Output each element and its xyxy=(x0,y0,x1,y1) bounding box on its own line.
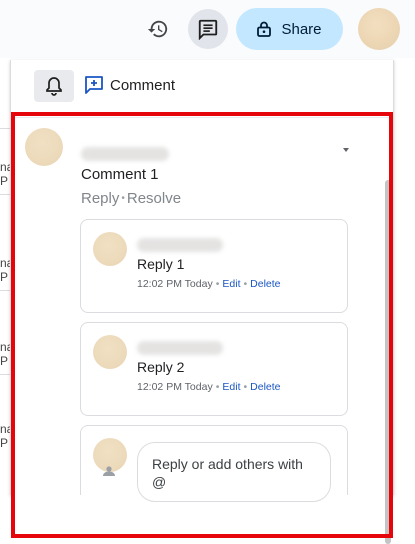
avatar xyxy=(93,232,127,266)
doc-text-fragment: P xyxy=(0,174,9,188)
open-comments-button[interactable] xyxy=(188,9,228,49)
reply-action[interactable]: Reply xyxy=(81,190,119,207)
separator-dot: • xyxy=(121,193,125,204)
reply-composer: Reply or add others with @ xyxy=(80,425,348,502)
reply-input[interactable]: Reply or add others with @ xyxy=(137,442,331,502)
separator-dot: • xyxy=(215,381,220,393)
author-name-redacted xyxy=(81,147,169,161)
doc-divider xyxy=(0,374,10,375)
bell-icon xyxy=(46,77,62,96)
doc-divider xyxy=(0,194,10,195)
separator-dot: • xyxy=(243,381,248,393)
reply-meta: 12:02 PM Today • Edit • Delete xyxy=(137,381,281,393)
lock-icon xyxy=(257,21,272,37)
comment-thread[interactable]: Comment 1 Reply • Resolve Reply 1 12:02 PM… xyxy=(13,117,391,544)
doc-divider xyxy=(0,290,10,291)
add-comment-button[interactable]: Comment xyxy=(84,75,175,95)
edit-link[interactable]: Edit xyxy=(222,381,240,393)
reply-text: Reply 1 xyxy=(137,256,185,272)
reply-card: Reply 2 12:02 PM Today • Edit • Delete xyxy=(80,322,348,416)
comments-icon xyxy=(198,19,218,40)
delete-link[interactable]: Delete xyxy=(250,381,280,393)
reply-meta: 12:02 PM Today • Edit • Delete xyxy=(137,278,281,290)
top-toolbar: Share xyxy=(0,0,415,58)
avatar xyxy=(93,335,127,369)
share-button[interactable]: Share xyxy=(236,8,343,50)
doc-text-fragment: P xyxy=(0,354,9,368)
notification-settings-button[interactable] xyxy=(34,70,74,102)
comments-panel: Comment Comment 1 Reply • Resolve Reply 1 … xyxy=(10,60,394,544)
author-name-redacted xyxy=(137,238,223,252)
avatar xyxy=(25,128,63,166)
add-comment-label: Comment xyxy=(110,76,176,94)
doc-text-fragment: P xyxy=(0,436,9,450)
doc-divider xyxy=(0,128,10,129)
edit-link[interactable]: Edit xyxy=(222,278,240,290)
reply-timestamp: 12:02 PM Today xyxy=(137,278,213,290)
reply-timestamp: 12:02 PM Today xyxy=(137,381,213,393)
add-comment-icon xyxy=(85,76,103,94)
comment-actions: Reply • Resolve xyxy=(81,190,181,207)
delete-link[interactable]: Delete xyxy=(250,278,280,290)
separator-dot: • xyxy=(243,278,248,290)
comment-text: Comment 1 xyxy=(81,166,159,183)
resolve-action[interactable]: Resolve xyxy=(127,190,181,207)
comments-panel-header: Comment xyxy=(11,60,393,112)
reply-text: Reply 2 xyxy=(137,359,185,375)
reply-card: Reply 1 12:02 PM Today • Edit • Delete xyxy=(80,219,348,313)
share-label: Share xyxy=(281,20,322,38)
doc-text-fragment: P xyxy=(0,270,9,284)
author-name-redacted xyxy=(137,341,223,355)
user-icon xyxy=(103,466,115,476)
more-options-icon[interactable] xyxy=(343,148,349,152)
separator-dot: • xyxy=(215,278,220,290)
history-icon xyxy=(147,20,168,38)
account-avatar[interactable] xyxy=(358,8,400,50)
version-history-button[interactable] xyxy=(138,9,178,49)
scrollbar[interactable] xyxy=(385,180,391,544)
